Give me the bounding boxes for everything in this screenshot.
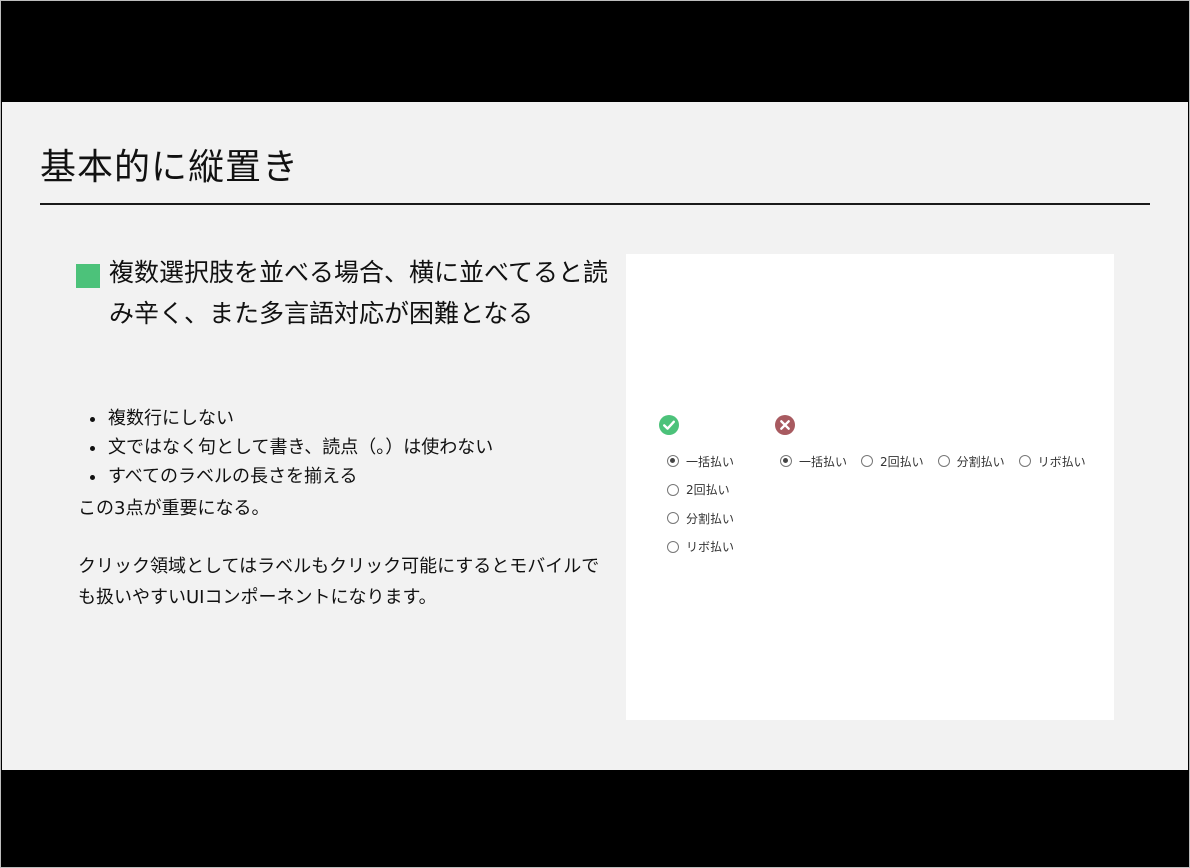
radio-checked-icon[interactable] — [780, 455, 792, 467]
x-circle-icon — [775, 415, 795, 435]
radio-option[interactable]: 分割払い — [937, 447, 1005, 475]
radio-option[interactable]: 一括払い — [780, 447, 847, 475]
note-text: クリック領域としてはラベルもクリック可能にするとモバイルでも扱いやすいUIコンポ… — [78, 556, 600, 608]
slide: 基本的に縦置き 複数選択肢を並べる場合、横に並べてると読み辛く、また多言語対応が… — [2, 102, 1188, 770]
square-bullet-icon — [76, 264, 100, 288]
radio-label[interactable]: 分割払い — [957, 453, 1005, 470]
check-circle-icon — [659, 415, 679, 435]
radio-option[interactable]: リボ払い — [667, 533, 777, 562]
summary-text: この3点が重要になる。 — [78, 498, 270, 519]
list-item: すべてのラベルの長さを揃える — [78, 462, 618, 491]
example-panel: 一括払い 2回払い 分割払い リボ払い 一括払い 2回払い 分割払い リボ払い — [626, 254, 1114, 720]
radio-unchecked-icon[interactable] — [861, 455, 874, 467]
radio-checked-icon[interactable] — [667, 455, 679, 468]
radio-label[interactable]: リボ払い — [686, 538, 734, 555]
radio-option[interactable]: 2回払い — [861, 447, 924, 475]
radio-label[interactable]: 一括払い — [686, 453, 734, 470]
radio-label[interactable]: 分割払い — [686, 510, 734, 527]
radio-option[interactable]: リボ払い — [1018, 447, 1086, 475]
radio-label[interactable]: リボ払い — [1038, 453, 1086, 470]
radio-unchecked-icon[interactable] — [667, 540, 679, 553]
slide-title: 基本的に縦置き — [40, 147, 300, 188]
horizontal-radio-group: 一括払い 2回払い 分割払い リボ払い — [780, 447, 1100, 475]
radio-label[interactable]: 2回払い — [686, 481, 730, 498]
radio-unchecked-icon[interactable] — [667, 512, 679, 525]
radio-label[interactable]: 2回払い — [880, 453, 924, 470]
radio-option[interactable]: 2回払い — [667, 476, 777, 505]
list-item: 複数行にしない — [78, 404, 618, 433]
radio-option[interactable]: 分割払い — [667, 504, 777, 533]
radio-option[interactable]: 一括払い — [667, 447, 777, 476]
presentation-frame: 基本的に縦置き 複数選択肢を並べる場合、横に並べてると読み辛く、また多言語対応が… — [0, 0, 1190, 868]
lead-text: 複数選択肢を並べる場合、横に並べてると読み辛く、また多言語対応が困難となる — [109, 258, 609, 328]
radio-unchecked-icon[interactable] — [667, 483, 679, 496]
radio-unchecked-icon[interactable] — [937, 455, 950, 467]
vertical-radio-group: 一括払い 2回払い 分割払い リボ払い — [667, 447, 777, 561]
key-points-list: 複数行にしない 文ではなく句として書き、読点（。）は使わない すべてのラベルの長… — [78, 404, 618, 491]
radio-unchecked-icon[interactable] — [1018, 455, 1031, 467]
radio-label[interactable]: 一括払い — [799, 453, 847, 470]
title-divider — [40, 203, 1150, 205]
list-item: 文ではなく句として書き、読点（。）は使わない — [78, 433, 618, 462]
